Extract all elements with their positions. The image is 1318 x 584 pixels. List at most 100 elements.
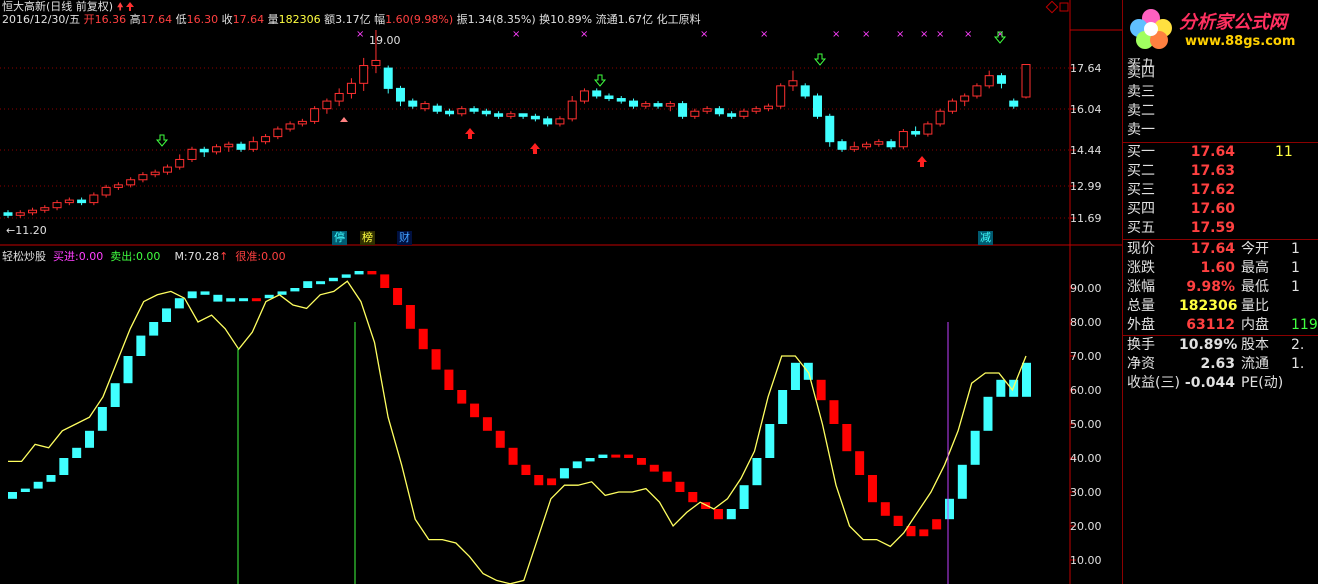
ind-tick-3: 60.00	[1070, 384, 1102, 397]
event-tag-halt-label: 停	[334, 231, 345, 244]
candle-down	[629, 100, 639, 107]
indicator-header: 轻松炒股 买进:0.00 卖出:0.00 M:70.28↑ 很准:0.00	[2, 248, 286, 264]
chart-canvas[interactable]: × × × × × × × × × × × ×	[0, 0, 1122, 584]
high-label: 高	[129, 13, 141, 26]
candle-up	[862, 143, 872, 148]
candle-up	[334, 92, 344, 102]
candle-down	[481, 110, 491, 115]
event-tag-finance[interactable]: 财	[397, 231, 412, 245]
high-annotation: 19.00	[369, 34, 401, 47]
high-value: 17.64	[140, 13, 173, 26]
candle-down	[543, 118, 553, 125]
float-label: 流通	[595, 13, 618, 26]
title-arrow-icon	[126, 2, 134, 11]
buy3-price: 17.62	[1190, 182, 1235, 198]
stat-value: 17.64	[1190, 241, 1235, 257]
stock-title-bar: 恒大高新(日线 前复权) 🠝	[2, 1, 124, 13]
price-tick-3: 12.99	[1070, 180, 1102, 193]
candle-up	[665, 103, 675, 107]
indicator-bar-cyan	[726, 509, 736, 520]
candle-up	[947, 100, 957, 112]
logo-url: www.88gs.com	[1185, 34, 1296, 49]
candle-down	[199, 148, 209, 153]
candle-down	[77, 199, 87, 204]
sell-arrow-icon	[593, 74, 607, 87]
indicator-name[interactable]: 轻松炒股	[2, 250, 46, 263]
up-arrow-icon: 🠝	[116, 0, 124, 13]
event-tag-list-label: 榜	[362, 231, 373, 244]
candle-down	[530, 115, 540, 120]
indicator-bar-red	[534, 475, 544, 486]
stat-label-2: 股本	[1241, 337, 1269, 353]
candle-down	[3, 212, 13, 216]
candle-up	[371, 59, 381, 67]
candle-up	[935, 110, 945, 125]
amount-label: 额	[324, 13, 336, 26]
buy-value: 0.00	[78, 250, 104, 263]
indicator-bar-red	[482, 417, 492, 431]
indicator-bar-red	[662, 471, 672, 482]
candle-up	[506, 113, 516, 117]
indicator-bar-cyan	[277, 291, 287, 295]
event-tag-halt[interactable]: 停	[332, 231, 347, 245]
high-annotation-text: 19.00	[369, 34, 401, 47]
event-tag-list[interactable]: 榜	[360, 231, 375, 245]
indicator-bar-red	[829, 400, 839, 424]
stat-value: 9.98%	[1186, 279, 1235, 295]
candle-up	[457, 108, 467, 115]
stat-value: 1.60	[1200, 260, 1235, 276]
sell3-label: 卖三	[1127, 84, 1155, 100]
stat-label: 换手	[1127, 337, 1155, 353]
candle-up	[702, 108, 712, 112]
candle-down	[408, 100, 418, 107]
indicator-bar-cyan	[765, 424, 775, 458]
candle-up	[138, 174, 148, 181]
candle-up	[261, 136, 271, 143]
stat-value: 182306	[1179, 298, 1238, 314]
stat-row: 收益(三) -0.044 PE(动)	[1127, 374, 1291, 393]
indicator-bar-cyan	[996, 379, 1006, 397]
indicator-bar-red	[380, 274, 390, 288]
candle-down	[395, 87, 405, 102]
indicator-bar-cyan	[213, 294, 223, 302]
indicator-bar-cyan	[328, 277, 338, 282]
sell4-row: 卖四	[1127, 64, 1179, 83]
stat-label-2: PE(动)	[1241, 375, 1284, 391]
low-annotation-text: 11.20	[15, 224, 47, 237]
indicator-bar-red	[457, 390, 467, 404]
candle-up	[641, 103, 651, 107]
quote-bar: 2016/12/30/五 开16.36 高17.64 低16.30 收17.64…	[2, 14, 701, 26]
candle-up	[64, 199, 74, 204]
indicator-bar-cyan	[778, 390, 788, 424]
indicator-bar-cyan	[1022, 362, 1031, 397]
buy-arrow-icon	[530, 143, 540, 154]
ind-tick-1: 80.00	[1070, 316, 1102, 329]
indicator-bar-red	[405, 305, 415, 329]
indicator-bar-cyan	[33, 481, 43, 489]
indicator-bar-cyan	[123, 356, 133, 384]
stat-value: -0.044	[1184, 375, 1235, 391]
stat-label: 外盘	[1127, 317, 1155, 333]
candle-down	[653, 103, 663, 107]
logo-text: 分析家公式网	[1179, 12, 1287, 33]
indicator-bar-red	[842, 424, 852, 452]
close-value: 17.64	[232, 13, 265, 26]
event-tag-reduce-label: 减	[980, 231, 991, 244]
event-tag-reduce[interactable]: 减	[978, 231, 993, 245]
buy4-price: 17.60	[1190, 201, 1235, 217]
industry-label[interactable]: 化工原料	[657, 13, 701, 26]
quote-date: 2016/12/30/五	[2, 13, 81, 26]
ind-tick-6: 30.00	[1070, 486, 1102, 499]
indicator-bar-red	[470, 403, 480, 418]
candle-up	[15, 212, 25, 216]
indicator-bar-red	[636, 458, 646, 465]
indicator-bar-red	[688, 492, 698, 503]
indicator-bar-cyan	[790, 362, 800, 390]
candle-up	[40, 207, 50, 211]
price-tick-2: 14.44	[1070, 144, 1102, 157]
signal-dot: ×	[920, 29, 928, 40]
candle-up	[751, 108, 761, 112]
stat-row: 现价 17.64 今开 1	[1127, 240, 1300, 259]
indicator-bar-red	[418, 328, 428, 350]
ind-tick-2: 70.00	[1070, 350, 1102, 363]
